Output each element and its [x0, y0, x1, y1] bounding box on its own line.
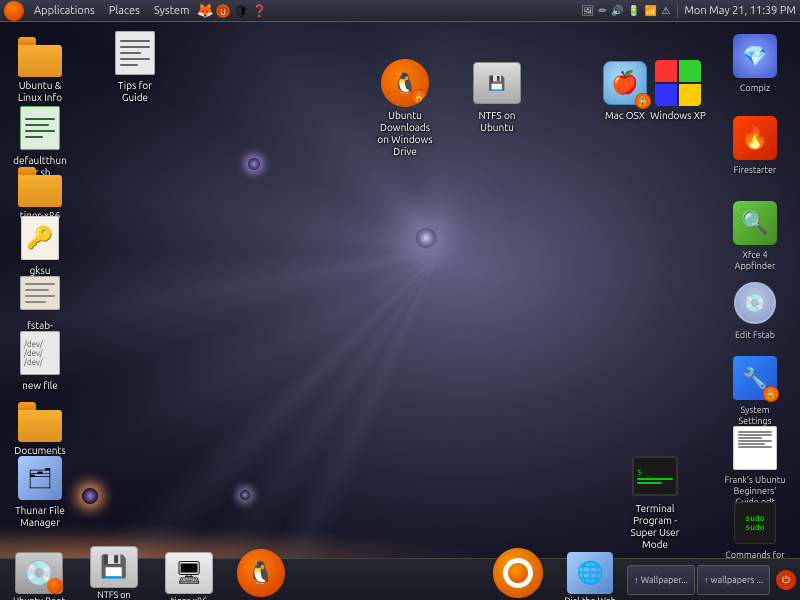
menu-system[interactable]: System — [148, 3, 196, 19]
tray-power-icon[interactable]: ⏻ — [776, 570, 796, 590]
appfinder-img: 🔍 — [731, 199, 779, 247]
dock-ubuntu-root[interactable]: 💿 Ubuntu Root — [4, 550, 74, 600]
svg-text:U: U — [221, 8, 226, 17]
winxp-img — [654, 59, 702, 107]
ntfs-img: 💾 — [473, 59, 521, 107]
ubuntu-downloads-label: Ubuntu Downloads on Windows Drive — [371, 109, 439, 159]
documents-img — [16, 394, 64, 442]
dock-tiger[interactable]: 🖥 tiger-x86 — [154, 550, 224, 600]
dock-computer[interactable]: Computer — [483, 546, 553, 600]
icon-new-file[interactable]: /dev/ /dev/ /dev/ new file — [5, 325, 75, 397]
firestarter-label: Firestarter — [731, 164, 780, 177]
tray-icon-warn[interactable]: ⚠ — [661, 5, 670, 16]
dial-web-img: 🌐 — [567, 552, 613, 594]
clock: Mon May 21, 11:39 PM — [684, 5, 796, 17]
tray-icon-vol[interactable]: 🔊 — [611, 5, 623, 16]
taskbar-right: 🖼 ✏ 🔊 🔋 📶 ⚠ Mon May 21, 11:39 PM — [576, 4, 800, 18]
tiger-img — [16, 159, 64, 207]
tray-icon-net[interactable]: 📶 — [645, 5, 657, 16]
dock-boot-drive[interactable]: 🐧 Boot Drive — [226, 547, 296, 600]
icon-thunar[interactable]: 🗂 Thunar File Manager — [5, 450, 75, 534]
tray-network-icons: 🖼 ✏ 🔊 🔋 📶 ⚠ — [580, 5, 671, 17]
compiz-label: Compiz — [737, 82, 773, 95]
commands-img: sudo sudo — [731, 499, 779, 547]
menu-applications[interactable]: Applications — [28, 3, 101, 19]
ubuntu-logo — [4, 1, 24, 21]
light-center — [416, 228, 436, 248]
ubuntu-root-img: 💿 — [15, 552, 63, 594]
thunar-img: 🗂 — [16, 454, 64, 502]
desktop: Applications Places System 🦊 U 🛡 ❓ 🖼 ✏ 🔊… — [0, 0, 800, 600]
dock-dial-web[interactable]: 🌐 Dial the Web — [555, 550, 625, 600]
icon-windows-xp[interactable]: Windows XP — [643, 55, 713, 127]
tray-separator — [677, 4, 678, 18]
taskbar-top: Applications Places System 🦊 U 🛡 ❓ 🖼 ✏ 🔊… — [0, 0, 800, 22]
boot-drive-img: 🐧 — [237, 549, 285, 597]
terminal-img: $ _ — [631, 452, 679, 500]
power-symbol: ⏻ — [782, 574, 790, 586]
edit-fstab-label: Edit Fstab — [732, 329, 778, 342]
frank-guide-img — [731, 424, 779, 472]
winxp-label: Windows XP — [647, 109, 709, 123]
icon-terminal[interactable]: $ _ Terminal Program - Super User Mode — [605, 448, 705, 556]
computer-img — [493, 548, 543, 598]
system-settings-img: 🔧 🔒 — [731, 354, 779, 402]
icon-edit-fstab[interactable]: 💿 Edit Fstab — [710, 275, 800, 346]
gksu-img: 🔑 — [16, 214, 64, 262]
firestarter-img: 🔥 — [731, 114, 779, 162]
new-file-img: /dev/ /dev/ /dev/ — [16, 329, 64, 377]
icon-xfce-appfinder[interactable]: 🔍 Xfce 4 Appfinder — [710, 195, 800, 277]
icon-tips-for-guide[interactable]: Tips for Guide — [100, 25, 170, 109]
icon-ubuntu-linux-info[interactable]: Ubuntu & Linux Info — [5, 25, 75, 109]
terminal-label: Terminal Program - Super User Mode — [621, 502, 689, 552]
tray-icon-firefox[interactable]: 🦊 — [197, 3, 213, 19]
tray-icon-pencil[interactable]: ✏ — [598, 5, 606, 16]
edit-fstab-img: 💿 — [731, 279, 779, 327]
thunar-label: Thunar File Manager — [9, 504, 71, 530]
sparkle-2 — [82, 488, 98, 504]
dock-ntfs[interactable]: 💾 NTFS on Ubuntu — [76, 544, 152, 600]
tips-img — [111, 29, 159, 77]
defaultthunar-img — [16, 104, 64, 152]
sparkle-1 — [248, 158, 260, 170]
tiger-dock-label: tiger-x86 — [168, 595, 210, 600]
taskbar-bottom: 💿 Ubuntu Root 💾 NTFS on Ubuntu 🖥 tiger-x… — [0, 558, 800, 600]
icon-ubuntu-downloads[interactable]: 🐧 🔒 Ubuntu Downloads on Windows Drive — [360, 55, 450, 163]
icon-firestarter[interactable]: 🔥 Firestarter — [710, 110, 800, 181]
ubuntu-linux-info-img — [16, 29, 64, 77]
taskbar-left-menus: Applications Places System 🦊 U 🛡 ❓ — [0, 1, 271, 21]
menu-places[interactable]: Places — [103, 3, 146, 19]
icon-compiz[interactable]: 💎 Compiz — [710, 28, 800, 99]
ntfs-label: NTFS on Ubuntu — [466, 109, 528, 135]
fstab-edit-img — [16, 269, 64, 317]
compiz-img: 💎 — [731, 32, 779, 80]
ubuntu-downloads-img: 🐧 🔒 — [381, 59, 429, 107]
tiger-dock-img: 🖥 — [165, 552, 213, 594]
tray-icon-2[interactable]: 🛡 — [233, 3, 249, 19]
mac-img: 🍎 🔒 — [601, 59, 649, 107]
sparkle-3 — [240, 490, 250, 500]
taskbar-wallpaper-btn1[interactable]: ↑ Wallpaper... — [627, 565, 695, 595]
tray-icon-img1[interactable]: 🖼 — [581, 5, 594, 16]
tray-icon-bat[interactable]: 🔋 — [628, 5, 640, 16]
appfinder-label: Xfce 4 Appfinder — [721, 249, 789, 273]
tray-icon-1[interactable]: U — [215, 3, 231, 19]
icon-ntfs-ubuntu[interactable]: 💾 NTFS on Ubuntu — [462, 55, 532, 139]
ntfs-dock-img: 💾 — [90, 546, 138, 588]
dial-web-label: Dial the Web — [561, 595, 619, 600]
tips-label: Tips for Guide — [104, 79, 166, 105]
tray-icon-3[interactable]: ❓ — [251, 3, 267, 19]
ntfs-dock-label: NTFS on Ubuntu — [80, 589, 148, 600]
ubuntu-root-label: Ubuntu Root — [10, 595, 68, 600]
mac-label: Mac OSX — [602, 109, 648, 123]
taskbar-wallpaper-btn2[interactable]: ↑ wallpapers ... — [697, 565, 770, 595]
